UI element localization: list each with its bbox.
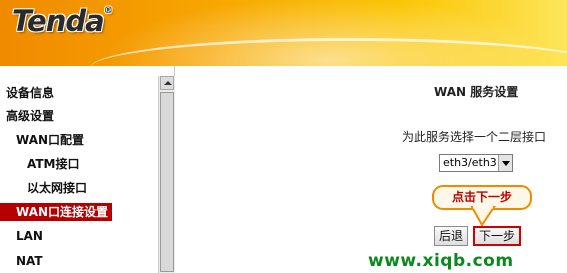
brand-name: Tenda bbox=[12, 4, 105, 38]
sidebar-item-ethernet-interface[interactable]: 以太网接口 bbox=[27, 179, 87, 197]
header-banner: Tenda® bbox=[0, 0, 567, 66]
page-title: WAN 服务设置 bbox=[434, 85, 519, 99]
sidebar-item-wan-connection-settings[interactable]: WAN口连接设置 bbox=[0, 203, 113, 221]
registered-mark: ® bbox=[103, 6, 113, 16]
main-content: WAN 服务设置 为此服务选择一个二层接口 eth3/eth3 点击下一步 后退… bbox=[176, 66, 567, 273]
sidebar-item-nat[interactable]: NAT bbox=[16, 252, 43, 270]
scroll-thumb[interactable] bbox=[160, 92, 174, 272]
sidebar-item-device-info[interactable]: 设备信息 bbox=[6, 84, 54, 102]
sidebar-item-wan-config[interactable]: WAN口配置 bbox=[16, 131, 84, 149]
interface-prompt: 为此服务选择一个二层接口 bbox=[402, 130, 547, 144]
interface-select-value: eth3/eth3 bbox=[443, 156, 497, 169]
sidebar: 设备信息 高级设置 WAN口配置 ATM接口 以太网接口 WAN口连接设置 LA… bbox=[0, 66, 175, 273]
interface-select[interactable]: eth3/eth3 bbox=[439, 154, 513, 172]
scroll-up-arrow-icon[interactable] bbox=[160, 76, 174, 90]
next-button[interactable]: 下一步 bbox=[473, 226, 521, 246]
sidebar-item-advanced-settings[interactable]: 高级设置 bbox=[6, 107, 54, 125]
sidebar-item-atm-interface[interactable]: ATM接口 bbox=[27, 155, 79, 173]
watermark-text: www.xiqb.com bbox=[368, 251, 514, 271]
back-button[interactable]: 后退 bbox=[434, 226, 468, 246]
callout-pointer-icon bbox=[470, 205, 496, 227]
sidebar-item-lan[interactable]: LAN bbox=[16, 227, 43, 245]
sidebar-scrollbar[interactable] bbox=[158, 76, 175, 273]
brand-logo: Tenda® bbox=[12, 4, 113, 38]
chevron-down-icon[interactable] bbox=[498, 155, 512, 171]
